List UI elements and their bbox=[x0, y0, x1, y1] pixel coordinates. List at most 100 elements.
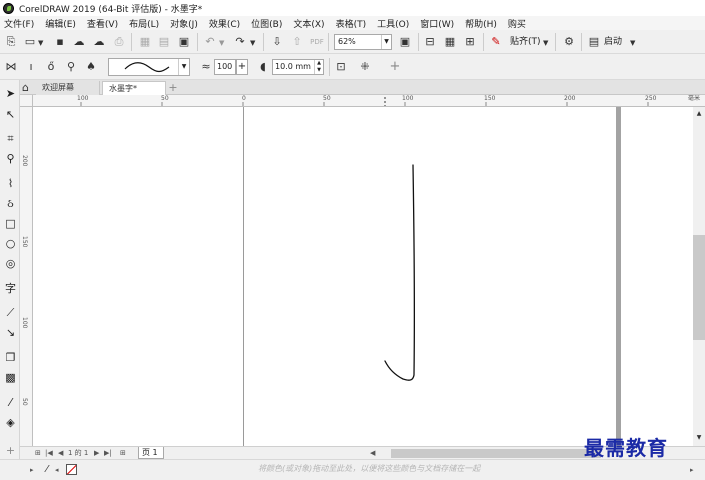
page-tab[interactable]: 页 1 bbox=[138, 447, 164, 459]
horizontal-scroll-thumb[interactable] bbox=[391, 449, 601, 458]
cut-icon[interactable]: ▦ bbox=[138, 35, 152, 49]
tab-document[interactable]: 水墨字* bbox=[102, 81, 166, 95]
scale-with-object-icon[interactable]: ⊡ bbox=[334, 60, 348, 74]
eyedropper-icon[interactable]: ⁄ bbox=[40, 463, 54, 477]
tab-welcome-screen[interactable]: 欢迎屏幕 bbox=[36, 81, 100, 95]
add-tab-icon[interactable]: + bbox=[166, 81, 180, 95]
full-screen-icon[interactable]: ▣ bbox=[398, 35, 412, 49]
vertical-scrollbar[interactable]: ▲ ▼ bbox=[693, 107, 705, 446]
zoom-tool-icon[interactable]: ⚲ bbox=[3, 151, 18, 166]
add-page-before-icon[interactable]: ⊞ bbox=[35, 448, 41, 458]
menu-object[interactable]: 对象(J) bbox=[166, 17, 205, 30]
chevron-down-icon[interactable]: ▼ bbox=[219, 38, 224, 48]
chevron-left-icon[interactable]: ◂ bbox=[55, 465, 59, 475]
freehand-tool-icon[interactable]: ⌇ bbox=[3, 176, 18, 191]
show-guidelines-icon[interactable]: ⊞ bbox=[463, 35, 477, 49]
eyedropper-tool-icon[interactable]: ⁄ bbox=[3, 395, 18, 410]
chevron-down-icon[interactable]: ▼ bbox=[250, 38, 255, 48]
launch-label[interactable]: 启动 bbox=[604, 35, 622, 49]
pick-tool-icon[interactable]: ➤ bbox=[3, 86, 18, 101]
stroke-width-input[interactable]: 10.0 mm ▲ ▼ bbox=[272, 59, 324, 75]
menu-file[interactable]: 文件(F) bbox=[0, 17, 41, 30]
save-icon[interactable]: ▪ bbox=[53, 35, 67, 49]
chevron-down-icon[interactable]: ▼ bbox=[381, 35, 391, 49]
ink-stroke[interactable] bbox=[33, 107, 693, 446]
interactive-fill-tool-icon[interactable]: ◈ bbox=[3, 415, 18, 430]
artistic-media-tool-icon[interactable]: ઠ bbox=[3, 196, 18, 211]
crop-tool-icon[interactable]: ⌗ bbox=[3, 131, 18, 146]
menu-layout[interactable]: 布局(L) bbox=[125, 17, 166, 30]
sprayer-mode-icon[interactable]: ő bbox=[44, 60, 58, 74]
stepper-icon[interactable]: ▲ ▼ bbox=[314, 60, 323, 74]
snap-to-label[interactable]: 贴齐(T) bbox=[510, 35, 541, 49]
redo-icon[interactable]: ↷ bbox=[233, 35, 247, 49]
preset-mode-icon[interactable]: ⋈ bbox=[4, 60, 18, 74]
menu-help[interactable]: 帮助(H) bbox=[461, 17, 504, 30]
chevron-down-icon[interactable]: ▼ bbox=[38, 38, 43, 48]
last-page-icon[interactable]: ▶| bbox=[104, 448, 112, 458]
drawing-canvas[interactable] bbox=[33, 107, 693, 446]
chevron-down-icon[interactable]: ▼ bbox=[630, 38, 635, 48]
no-fill-swatch[interactable] bbox=[66, 464, 77, 475]
pressure-mode-icon[interactable]: ♠ bbox=[84, 60, 98, 74]
add-tool-icon[interactable]: + bbox=[3, 443, 18, 458]
smoothing-input[interactable]: 100 bbox=[214, 59, 236, 75]
show-grid-icon[interactable]: ▦ bbox=[443, 35, 457, 49]
cloud-upload-icon[interactable]: ☁ bbox=[92, 35, 106, 49]
chevron-down-icon[interactable]: ▼ bbox=[543, 38, 548, 48]
brush-mode-icon[interactable]: ı bbox=[24, 60, 38, 74]
menu-text[interactable]: 文本(X) bbox=[289, 17, 331, 30]
chevron-right-icon[interactable]: ▸ bbox=[30, 465, 34, 475]
launch-icon[interactable]: ▤ bbox=[587, 35, 601, 49]
menu-bitmaps[interactable]: 位图(B) bbox=[247, 17, 289, 30]
next-page-icon[interactable]: ▶ bbox=[94, 448, 99, 458]
calligraphic-mode-icon[interactable]: ⚲ bbox=[64, 60, 78, 74]
print-icon[interactable]: ⎙ bbox=[112, 35, 126, 49]
menu-edit[interactable]: 编辑(E) bbox=[41, 17, 83, 30]
scroll-down-icon[interactable]: ▼ bbox=[693, 434, 705, 441]
ruler-vertical[interactable]: 200 150 100 50 bbox=[20, 107, 33, 446]
ellipse-tool-icon[interactable]: ○ bbox=[3, 236, 18, 251]
snap-to-icon[interactable]: ✎ bbox=[489, 35, 503, 49]
polygon-tool-icon[interactable]: ◎ bbox=[3, 256, 18, 271]
menu-tools[interactable]: 工具(O) bbox=[373, 17, 416, 30]
scroll-up-icon[interactable]: ▲ bbox=[693, 110, 705, 117]
chevron-down-icon[interactable]: ▼ bbox=[178, 59, 189, 75]
ruler-corner[interactable] bbox=[20, 95, 33, 107]
ruler-horizontal[interactable]: 100 50 0 50 100 150 200 250 毫米 bbox=[33, 95, 705, 107]
home-icon[interactable]: ⌂ bbox=[22, 81, 36, 95]
preset-stroke-select[interactable]: ▼ bbox=[108, 58, 190, 76]
first-page-icon[interactable]: |◀ bbox=[45, 448, 53, 458]
zoom-level-select[interactable]: 62% ▼ bbox=[334, 34, 392, 50]
scroll-left-icon[interactable]: ◀ bbox=[370, 448, 375, 458]
gear-icon[interactable]: ⚙ bbox=[562, 35, 576, 49]
cloud-download-icon[interactable]: ☁ bbox=[72, 35, 86, 49]
add-page-after-icon[interactable]: ⊞ bbox=[120, 448, 126, 458]
drop-shadow-tool-icon[interactable]: ❐ bbox=[3, 350, 18, 365]
vertical-scroll-thumb[interactable] bbox=[693, 235, 705, 340]
connector-tool-icon[interactable]: ↘ bbox=[3, 325, 18, 340]
copy-icon[interactable]: ▤ bbox=[157, 35, 171, 49]
smoothing-increase-button[interactable]: + bbox=[236, 59, 248, 75]
rectangle-tool-icon[interactable]: □ bbox=[3, 216, 18, 231]
menu-table[interactable]: 表格(T) bbox=[332, 17, 374, 30]
import-icon[interactable]: ⇩ bbox=[270, 35, 284, 49]
chevron-right-icon[interactable]: ▸ bbox=[690, 465, 694, 475]
show-rulers-icon[interactable]: ⊟ bbox=[423, 35, 437, 49]
menu-window[interactable]: 窗口(W) bbox=[416, 17, 461, 30]
pdf-icon[interactable]: PDF bbox=[310, 35, 324, 49]
menu-effects[interactable]: 效果(C) bbox=[205, 17, 247, 30]
menu-buy[interactable]: 购买 bbox=[504, 17, 533, 30]
open-icon[interactable]: ▭ bbox=[23, 35, 37, 49]
text-tool-icon[interactable]: 字 bbox=[3, 281, 18, 296]
bounding-box-icon[interactable]: ⁜ bbox=[358, 60, 372, 74]
add-icon[interactable]: + bbox=[388, 60, 402, 74]
parallel-dimension-tool-icon[interactable]: ⟋ bbox=[3, 305, 18, 320]
undo-icon[interactable]: ↶ bbox=[203, 35, 217, 49]
previous-page-icon[interactable]: ◀ bbox=[58, 448, 63, 458]
menu-view[interactable]: 查看(V) bbox=[83, 17, 125, 30]
transparency-tool-icon[interactable]: ▩ bbox=[3, 370, 18, 385]
new-document-icon[interactable]: ⎘ bbox=[4, 35, 18, 49]
shape-tool-icon[interactable]: ↖ bbox=[3, 107, 18, 122]
paste-icon[interactable]: ▣ bbox=[177, 35, 191, 49]
